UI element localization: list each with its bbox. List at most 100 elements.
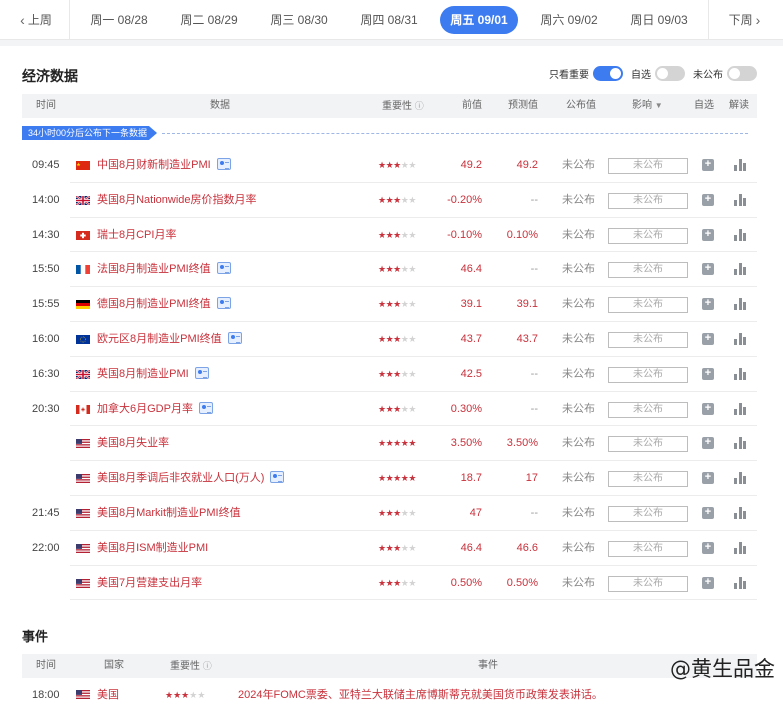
bar-chart-icon[interactable] xyxy=(734,437,746,450)
chevron-right-icon: › xyxy=(755,11,761,28)
toggle-unpublished[interactable]: 未公布 xyxy=(693,66,757,81)
econ-table-header: 时间 数据 重要性 ⓘ 前值 预测值 公布值 影响 ▼ 自选 解读 xyxy=(22,94,757,118)
published-value: 未公布 xyxy=(562,159,595,171)
add-watch-icon[interactable]: + xyxy=(702,159,714,171)
day-tab[interactable]: 周日 09/03 xyxy=(620,6,697,34)
bar-chart-icon[interactable] xyxy=(734,402,746,415)
indicator-name[interactable]: 美国7月营建支出月率 xyxy=(97,566,202,601)
forecast-value: 43.7 xyxy=(516,332,538,345)
bar-chart-icon[interactable] xyxy=(734,472,746,485)
bar-chart-icon[interactable] xyxy=(734,367,746,380)
indicator-name[interactable]: 美国8月Markit制造业PMI终值 xyxy=(97,496,241,531)
indicator-name[interactable]: 美国8月季调后非农就业人口(万人) xyxy=(97,461,285,496)
next-release-tag: 34小时00分后公布下一条数据 xyxy=(22,126,158,140)
prev-week-button[interactable]: ‹ 上周 xyxy=(0,0,70,40)
forecast-value: -- xyxy=(530,193,538,206)
published-value: 未公布 xyxy=(562,263,595,276)
forecast-value: -- xyxy=(530,367,538,380)
bar-chart-icon[interactable] xyxy=(734,576,746,589)
report-icon[interactable] xyxy=(194,366,209,379)
toggle-watchlist[interactable]: 自选 xyxy=(631,66,685,81)
col-data: 数据 xyxy=(210,100,230,111)
indicator-name[interactable]: 加拿大6月GDP月率 xyxy=(97,392,213,427)
impact-box: 未公布 xyxy=(608,540,688,557)
previous-value: 43.7 xyxy=(460,332,482,345)
day-tab[interactable]: 周六 09/02 xyxy=(530,6,607,34)
add-watch-icon[interactable]: + xyxy=(702,576,714,589)
add-watch-icon[interactable]: + xyxy=(702,402,714,415)
col-importance: 重要性 ⓘ xyxy=(170,654,212,679)
indicator-name[interactable]: 美国8月失业率 xyxy=(97,426,169,461)
econ-rows: 09:45 中国8月财新制造业PMI ★★★★★ 49.2 49.2 未公布 未公布 +14:… xyxy=(22,148,757,601)
indicator-name[interactable]: 中国8月财新制造业PMI xyxy=(97,148,231,183)
indicator-name[interactable]: 欧元区8月制造业PMI终值 xyxy=(97,322,242,357)
report-icon[interactable] xyxy=(227,332,242,345)
table-row: 美国8月失业率 ★★★★★ 3.50% 3.50% 未公布 未公布 + xyxy=(22,426,757,462)
event-description[interactable]: 2024年FOMC票委、亚特兰大联储主席博斯蒂克就美国货币政策发表讲话。 xyxy=(238,680,603,710)
day-navigation: ‹ 上周 周一 08/28 周二 08/29 周三 08/30 周四 08/31 周五 … xyxy=(0,0,783,40)
importance-stars: ★★★★★ xyxy=(378,333,416,344)
add-watch-icon[interactable]: + xyxy=(702,228,714,241)
add-watch-icon[interactable]: + xyxy=(702,332,714,345)
day-tab[interactable]: 周二 08/29 xyxy=(170,6,247,34)
bar-chart-icon[interactable] xyxy=(734,159,746,171)
toggle-switch[interactable] xyxy=(727,66,757,81)
indicator-name[interactable]: 美国8月ISM制造业PMI xyxy=(97,531,208,566)
bar-chart-icon[interactable] xyxy=(734,228,746,241)
published-value: 未公布 xyxy=(562,437,595,450)
day-tab[interactable]: 周一 08/28 xyxy=(80,6,157,34)
row-time: 15:55 xyxy=(32,298,60,311)
add-watch-icon[interactable]: + xyxy=(702,263,714,276)
forecast-value: 49.2 xyxy=(516,159,538,171)
previous-value: -0.20% xyxy=(447,193,482,206)
add-watch-icon[interactable]: + xyxy=(702,472,714,485)
add-watch-icon[interactable]: + xyxy=(702,193,714,206)
events-table-header: 时间 国家 重要性 ⓘ 事件 xyxy=(22,654,757,678)
report-icon[interactable] xyxy=(216,262,231,275)
toggle-switch[interactable] xyxy=(593,66,623,81)
col-impact[interactable]: 影响 ▼ xyxy=(632,94,663,118)
importance-stars: ★★★★★ xyxy=(378,577,416,588)
add-watch-icon[interactable]: + xyxy=(702,541,714,554)
indicator-name[interactable]: 英国8月制造业PMI xyxy=(97,357,209,392)
report-icon[interactable] xyxy=(270,471,285,484)
indicator-name[interactable]: 英国8月Nationwide房价指数月率 xyxy=(97,183,257,218)
previous-value: 42.5 xyxy=(460,367,482,380)
day-tabs: 周一 08/28 周二 08/29 周三 08/30 周四 08/31 周五 09/01… xyxy=(70,5,708,34)
next-week-button[interactable]: 下周 › xyxy=(708,0,783,40)
report-icon[interactable] xyxy=(198,401,213,414)
day-tab[interactable]: 周四 08/31 xyxy=(350,6,427,34)
indicator-name-text: 瑞士8月CPI月率 xyxy=(97,228,177,241)
add-watch-icon[interactable]: + xyxy=(702,437,714,450)
table-row: 15:55 德国8月制造业PMI终值 ★★★★★ 39.1 39.1 未公布 未公布 + xyxy=(22,287,757,322)
bar-chart-icon[interactable] xyxy=(734,541,746,554)
forecast-value: 17 xyxy=(525,472,538,485)
bar-chart-icon[interactable] xyxy=(734,506,746,519)
report-icon[interactable] xyxy=(216,158,231,171)
toggle-important-only[interactable]: 只看重要 xyxy=(549,66,623,81)
add-watch-icon[interactable]: + xyxy=(702,367,714,380)
indicator-name[interactable]: 法国8月制造业PMI终值 xyxy=(97,252,231,287)
row-time: 16:00 xyxy=(32,332,60,345)
bar-chart-icon[interactable] xyxy=(734,263,746,276)
previous-value: 0.50% xyxy=(450,576,482,589)
indicator-name[interactable]: 德国8月制造业PMI终值 xyxy=(97,287,231,322)
importance-stars: ★★★★★ xyxy=(378,160,416,170)
day-tab[interactable]: 周五 09/01 xyxy=(440,5,518,34)
forecast-value: -- xyxy=(530,506,538,519)
published-value: 未公布 xyxy=(562,367,595,380)
indicator-name[interactable]: 瑞士8月CPI月率 xyxy=(97,218,176,253)
add-watch-icon[interactable]: + xyxy=(702,506,714,519)
bar-chart-icon[interactable] xyxy=(734,298,746,311)
toggle-switch[interactable] xyxy=(655,66,685,81)
econ-section-title: 经济数据 xyxy=(22,68,78,84)
report-icon[interactable] xyxy=(216,297,231,310)
day-tab[interactable]: 周三 08/30 xyxy=(260,6,337,34)
impact-box: 未公布 xyxy=(608,575,688,592)
add-watch-icon[interactable]: + xyxy=(702,298,714,311)
bar-chart-icon[interactable] xyxy=(734,332,746,345)
row-time: 21:45 xyxy=(32,506,60,519)
impact-box: 未公布 xyxy=(608,505,688,522)
bar-chart-icon[interactable] xyxy=(734,193,746,206)
impact-box: 未公布 xyxy=(608,331,688,348)
